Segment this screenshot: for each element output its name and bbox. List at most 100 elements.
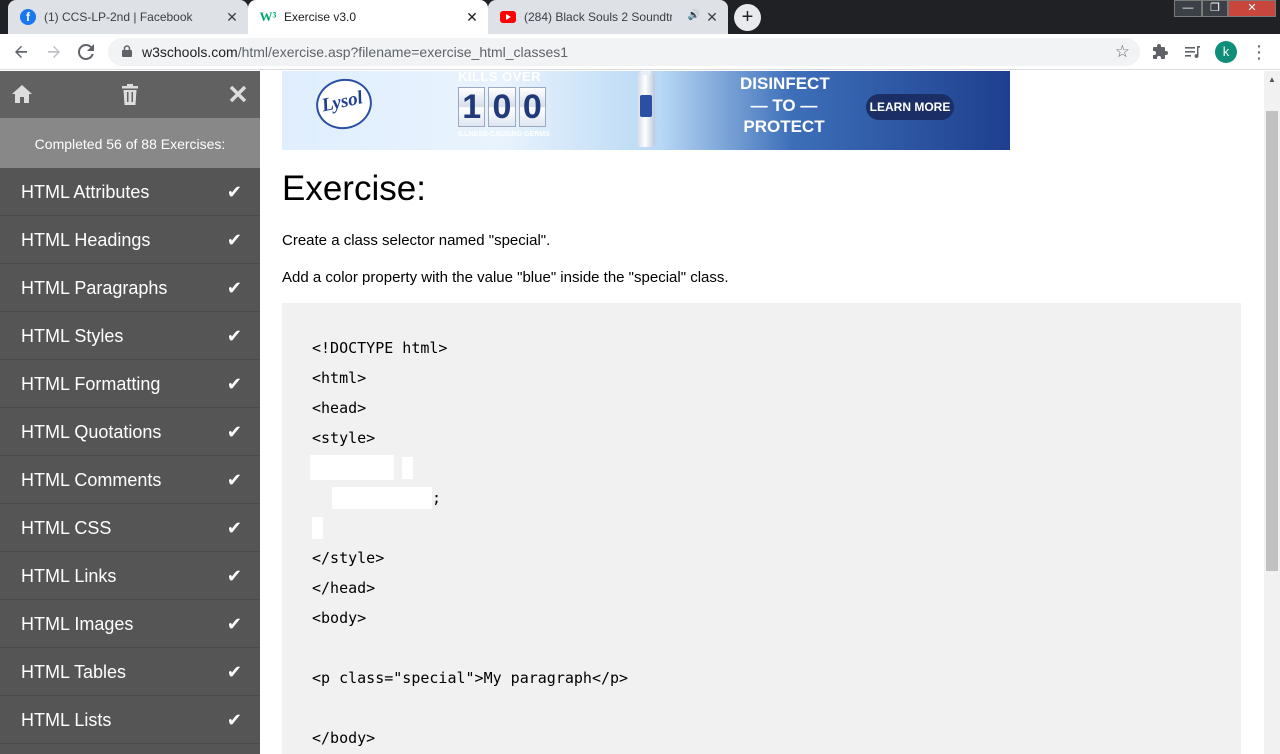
checkmark-icon: ✔	[226, 374, 242, 394]
sidebar-item-html-attributes[interactable]: HTML Attributes ✔	[0, 168, 260, 216]
lock-icon	[122, 45, 132, 57]
browser-toolbar: w3schools.com/html/exercise.asp?filename…	[0, 34, 1280, 70]
page-scrollbar[interactable]: ▲	[1264, 71, 1280, 754]
checkmark-icon: ✔	[226, 182, 242, 202]
sidebar-item-label: HTML CSS	[21, 518, 112, 538]
code-line: <head>	[312, 399, 367, 417]
code-editor: <!DOCTYPE html> <html> <head> <style> ; …	[282, 303, 1241, 754]
forward-icon[interactable]	[42, 40, 66, 64]
trash-icon[interactable]	[117, 81, 143, 107]
code-line: <body>	[312, 609, 367, 627]
sidebar-item-html-lists[interactable]: HTML Lists ✔	[0, 696, 260, 744]
sidebar-item-label: HTML Headings	[21, 230, 151, 250]
ad-digit: 0	[488, 87, 516, 127]
learn-more-button[interactable]: LEARN MORE	[866, 94, 954, 120]
new-tab-button[interactable]: +	[734, 4, 761, 31]
address-bar[interactable]: w3schools.com/html/exercise.asp?filename…	[108, 38, 1140, 66]
sidebar-item-label: HTML Lists	[21, 710, 112, 730]
sidebar-item-html-paragraphs[interactable]: HTML Paragraphs ✔	[0, 264, 260, 312]
checkmark-icon: ✔	[226, 470, 242, 490]
url-text: w3schools.com/html/exercise.asp?filename…	[142, 44, 569, 60]
code-line: </body>	[312, 729, 376, 747]
sidebar-item-html-styles[interactable]: HTML Styles ✔	[0, 312, 260, 360]
window-close-button[interactable]: ✕	[1228, 0, 1276, 17]
sidebar-item-html-links[interactable]: HTML Links ✔	[0, 552, 260, 600]
bookmark-star-icon[interactable]: ☆	[1115, 42, 1130, 62]
profile-avatar[interactable]: k	[1215, 41, 1237, 63]
sidebar-item-label: HTML Links	[21, 566, 117, 586]
tab-exercise[interactable]: W³ Exercise v3.0 ✕	[248, 0, 488, 34]
sidebar-item-html-formatting[interactable]: HTML Formatting ✔	[0, 360, 260, 408]
code-semicolon: ;	[432, 489, 442, 507]
checkmark-icon: ✔	[226, 422, 242, 442]
tab-youtube[interactable]: (284) Black Souls 2 Soundtra 🔊 ✕	[488, 0, 728, 34]
media-control-icon[interactable]	[1182, 41, 1204, 63]
completed-counter: Completed 56 of 88 Exercises:	[0, 118, 260, 168]
sidebar-item-html-headings[interactable]: HTML Headings ✔	[0, 216, 260, 264]
browser-tab-strip: f (1) CCS-LP-2nd | Facebook ✕ W³ Exercis…	[0, 0, 1280, 34]
tab-title: (1) CCS-LP-2nd | Facebook	[44, 10, 193, 24]
sidebar-item-html-quotations[interactable]: HTML Quotations ✔	[0, 408, 260, 456]
ad-number: 100	[458, 87, 546, 127]
tab-title: Exercise v3.0	[284, 10, 357, 24]
checkmark-icon: ✔	[226, 566, 242, 586]
reload-icon[interactable]	[74, 40, 98, 64]
facebook-icon: f	[20, 9, 36, 25]
ad-kills-over: KILLS OVER	[458, 71, 542, 84]
checkmark-icon: ✔	[226, 662, 242, 682]
exercise-sidebar: Completed 56 of 88 Exercises: HTML Attri…	[0, 71, 260, 754]
checkmark-icon: ✔	[226, 326, 242, 346]
sidebar-item-html-comments[interactable]: HTML Comments ✔	[0, 456, 260, 504]
extensions-icon[interactable]	[1150, 41, 1172, 63]
sidebar-item-label: HTML Formatting	[21, 374, 161, 394]
code-line: <!DOCTYPE html>	[312, 339, 448, 357]
checkmark-icon: ✔	[226, 614, 242, 634]
checkmark-icon: ✔	[226, 230, 242, 250]
home-icon[interactable]	[9, 81, 35, 107]
close-sidebar-icon[interactable]	[225, 81, 251, 107]
minimize-button[interactable]: —	[1174, 0, 1202, 17]
browser-menu-icon[interactable]: ⋮	[1248, 41, 1270, 63]
sidebar-item-label: HTML Styles	[21, 326, 124, 346]
code-line: </head>	[312, 579, 376, 597]
advertisement-banner[interactable]: Lysol KILLS OVER 100 ILLNESS-CAUSING GER…	[282, 71, 1010, 150]
scroll-up-arrow-icon[interactable]: ▲	[1264, 71, 1280, 88]
spray-can-image	[637, 71, 655, 147]
youtube-icon	[500, 9, 516, 25]
selector-blank-input[interactable]	[310, 455, 394, 480]
sidebar-item-html-tables[interactable]: HTML Tables ✔	[0, 648, 260, 696]
w3schools-icon: W³	[259, 9, 277, 24]
close-tab-icon[interactable]: ✕	[464, 9, 480, 25]
instruction-1: Create a class selector named "special".	[282, 232, 551, 249]
property-blank-input[interactable]	[332, 487, 432, 509]
sidebar-item-label: HTML Comments	[21, 470, 162, 490]
maximize-button[interactable]: ❐	[1202, 0, 1228, 17]
scrollbar-thumb[interactable]	[1266, 111, 1278, 571]
ad-headline: DISINFECT — TO — PROTECT	[740, 74, 830, 136]
checkmark-icon: ✔	[226, 518, 242, 538]
tab-facebook[interactable]: f (1) CCS-LP-2nd | Facebook ✕	[8, 0, 248, 34]
sidebar-toolbar	[0, 71, 260, 118]
sidebar-item-html-css[interactable]: HTML CSS ✔	[0, 504, 260, 552]
page-title: Exercise:	[282, 169, 426, 208]
sidebar-item-label: HTML Quotations	[21, 422, 162, 442]
close-brace-blank-input[interactable]	[312, 517, 323, 539]
sidebar-item-label: HTML Attributes	[21, 182, 150, 202]
checkmark-icon: ✔	[226, 278, 242, 298]
back-icon[interactable]	[9, 40, 33, 64]
ad-germs-text: ILLNESS-CAUSING GERMS	[458, 131, 550, 138]
ad-digit: 0	[518, 87, 546, 127]
code-line: </style>	[312, 549, 385, 567]
code-line: <html>	[312, 369, 367, 387]
close-tab-icon[interactable]: ✕	[704, 9, 720, 25]
sidebar-item-label: HTML Tables	[21, 662, 127, 682]
code-line: <p class="special">My paragraph</p>	[312, 669, 629, 687]
checkmark-icon: ✔	[226, 710, 242, 730]
tab-title: (284) Black Souls 2 Soundtra	[524, 10, 672, 24]
sidebar-item-html-images[interactable]: HTML Images ✔	[0, 600, 260, 648]
audio-playing-icon[interactable]: 🔊	[688, 10, 700, 21]
sidebar-item-label: HTML Paragraphs	[21, 278, 168, 298]
ad-digit: 1	[458, 87, 486, 127]
close-tab-icon[interactable]: ✕	[224, 9, 240, 25]
open-brace-blank-input[interactable]	[402, 457, 413, 479]
